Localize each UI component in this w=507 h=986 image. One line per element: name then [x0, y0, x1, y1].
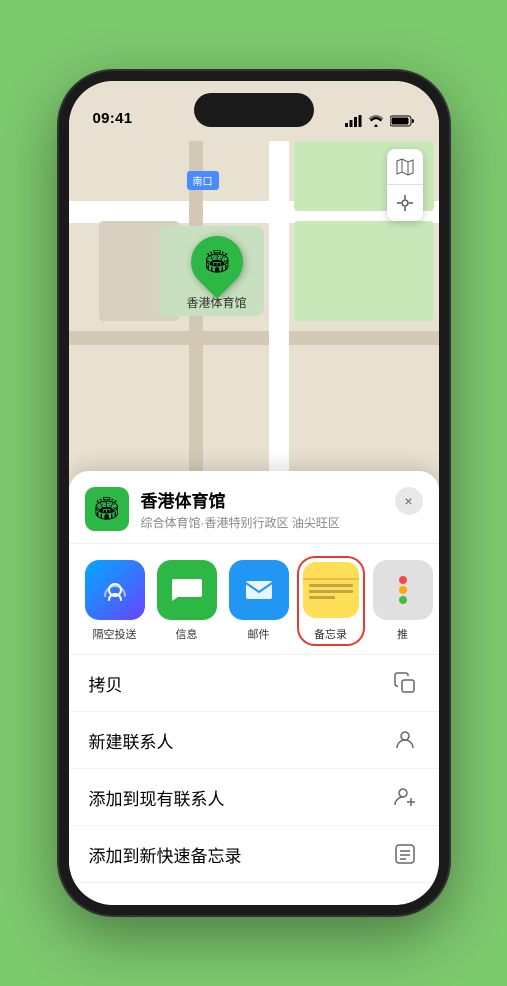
- share-message[interactable]: 信息: [157, 560, 217, 642]
- notes-icon-lines: [303, 580, 359, 603]
- map-controls: [387, 149, 423, 221]
- road-vertical-2: [189, 141, 203, 501]
- status-time: 09:41: [93, 110, 133, 127]
- notes-label: 备忘录: [314, 626, 347, 642]
- person-add-icon: [391, 783, 419, 811]
- action-quick-note[interactable]: 添加到新快速备忘录: [69, 826, 439, 883]
- signal-icon: [345, 115, 362, 127]
- bottom-sheet: 🏟 香港体育馆 综合体育馆·香港特别行政区 油尖旺区 × 隔空投送: [69, 471, 439, 905]
- airdrop-icon-wrap: [85, 560, 145, 620]
- notes-icon-top: [303, 562, 359, 580]
- share-notes[interactable]: 备忘录: [301, 560, 361, 642]
- copy-icon: [391, 669, 419, 697]
- notes-line-2: [309, 590, 353, 593]
- road-vertical-1: [269, 141, 289, 501]
- pin-emoji: 🏟: [203, 249, 231, 275]
- action-new-contact[interactable]: 新建联系人: [69, 712, 439, 769]
- message-label: 信息: [176, 626, 198, 642]
- venue-info: 香港体育馆 综合体育馆·香港特别行政区 油尖旺区: [141, 487, 423, 531]
- notes-icon-container: [301, 560, 361, 620]
- share-more[interactable]: 推: [373, 560, 433, 642]
- share-airdrop[interactable]: 隔空投送: [85, 560, 145, 642]
- print-icon: [391, 897, 419, 915]
- venue-name: 香港体育馆: [141, 487, 423, 512]
- action-existing-contact-label: 添加到现有联系人: [89, 785, 225, 810]
- person-icon: [391, 726, 419, 754]
- action-new-contact-label: 新建联系人: [89, 728, 174, 753]
- more-label: 推: [397, 626, 408, 642]
- more-dot-yellow: [399, 586, 407, 594]
- dynamic-island: [194, 93, 314, 127]
- map-background: [69, 81, 439, 501]
- share-mail[interactable]: 邮件: [229, 560, 289, 642]
- action-print-label: 打印: [89, 899, 123, 916]
- action-print[interactable]: 打印: [69, 883, 439, 915]
- action-quick-note-label: 添加到新快速备忘录: [89, 842, 242, 867]
- map-block-2: [294, 221, 434, 321]
- note-icon: [391, 840, 419, 868]
- venue-subtitle: 综合体育馆·香港特别行政区 油尖旺区: [141, 514, 423, 531]
- close-button[interactable]: ×: [395, 487, 423, 515]
- battery-icon: [390, 115, 415, 127]
- map-label-nankou: 南口: [187, 171, 219, 190]
- map-type-button[interactable]: [387, 149, 423, 185]
- notes-line-1: [309, 584, 353, 587]
- notes-line-3: [309, 596, 335, 599]
- status-icons: [345, 115, 415, 127]
- map-area: 南口 🏟: [69, 81, 439, 501]
- message-icon-wrap: [157, 560, 217, 620]
- more-icon-wrap: [373, 560, 433, 620]
- location-button[interactable]: [387, 185, 423, 221]
- pin-circle: 🏟: [180, 225, 254, 299]
- airdrop-label: 隔空投送: [93, 626, 137, 642]
- mail-icon-wrap: [229, 560, 289, 620]
- venue-icon: 🏟: [85, 487, 129, 531]
- phone-frame: 09:41: [59, 71, 449, 915]
- action-copy[interactable]: 拷贝: [69, 655, 439, 712]
- share-row: 隔空投送 信息 邮件: [69, 544, 439, 655]
- road-horizontal-2: [69, 331, 439, 345]
- action-existing-contact[interactable]: 添加到现有联系人: [69, 769, 439, 826]
- venue-pin[interactable]: 🏟 香港体育馆: [187, 236, 247, 311]
- more-dot-green: [399, 596, 407, 604]
- action-copy-label: 拷贝: [89, 671, 123, 696]
- action-list: 拷贝 新建联系人 添: [69, 655, 439, 915]
- mail-label: 邮件: [248, 626, 270, 642]
- notes-icon: [303, 562, 359, 618]
- more-dot-red: [399, 576, 407, 584]
- wifi-icon: [368, 115, 384, 127]
- sheet-header: 🏟 香港体育馆 综合体育馆·香港特别行政区 油尖旺区 ×: [69, 471, 439, 544]
